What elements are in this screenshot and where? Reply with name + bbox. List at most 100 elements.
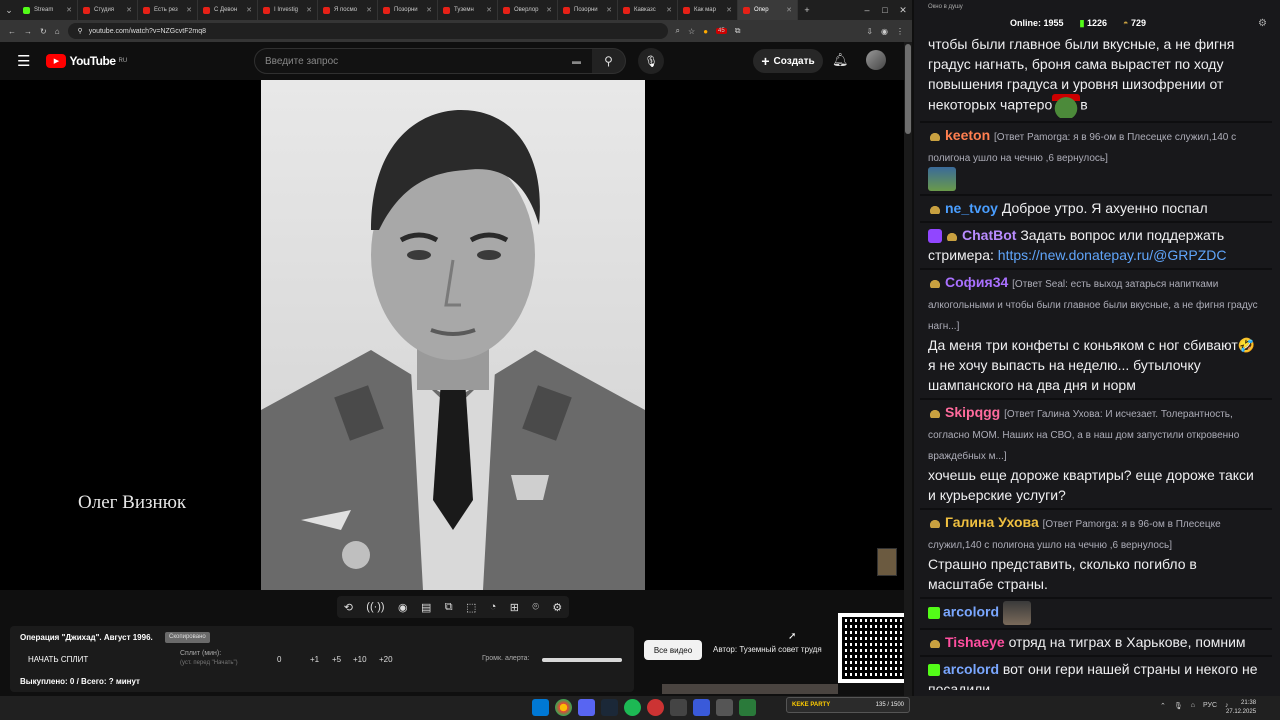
browser-tab[interactable]: Позорни ✕: [558, 0, 618, 20]
close-tab-icon[interactable]: ✕: [366, 6, 372, 14]
dashed-frame-icon[interactable]: ⬚: [466, 601, 476, 614]
close-tab-icon[interactable]: ✕: [126, 6, 132, 14]
chat-nick[interactable]: arcolord: [943, 604, 999, 620]
notifications-bell-icon[interactable]: 🔔︎: [832, 52, 849, 68]
loop-icon[interactable]: ⟲: [344, 601, 353, 614]
forward-icon[interactable]: →: [24, 27, 32, 36]
microphone-tray-icon[interactable]: 🎙︎: [1174, 702, 1183, 710]
increment-20-button[interactable]: +20: [379, 655, 393, 664]
all-videos-button[interactable]: Все видео: [644, 640, 702, 660]
search-input[interactable]: Введите запрос ▬: [254, 48, 594, 74]
site-info-icon[interactable]: ⚲: [78, 27, 83, 35]
browser-tab[interactable]: Студия ✕: [78, 0, 138, 20]
chat-nick[interactable]: София34: [945, 274, 1008, 290]
maximize-icon[interactable]: □: [876, 5, 894, 16]
close-tab-icon[interactable]: ✕: [786, 6, 792, 14]
browser-tab[interactable]: Оверлор ✕: [498, 0, 558, 20]
account-avatar[interactable]: [866, 50, 886, 70]
settings-gear-icon[interactable]: ⚙: [552, 601, 562, 614]
scrollbar-thumb[interactable]: [905, 44, 911, 134]
close-tab-icon[interactable]: ✕: [66, 6, 72, 14]
chat-settings-icon[interactable]: ⚙: [1258, 18, 1267, 29]
chat-nick[interactable]: Tishaeye: [945, 634, 1005, 650]
back-icon[interactable]: ←: [8, 27, 16, 36]
close-tab-icon[interactable]: ✕: [666, 6, 672, 14]
browser-tab[interactable]: Есть рез ✕: [138, 0, 198, 20]
close-tab-icon[interactable]: ✕: [726, 6, 732, 14]
camera-icon[interactable]: ⌾: [532, 601, 539, 614]
tray-chevron-icon[interactable]: ⌃: [1160, 702, 1166, 710]
paint-icon[interactable]: [716, 699, 733, 716]
eye-icon[interactable]: ◉: [398, 601, 408, 614]
app-icon[interactable]: [670, 699, 687, 716]
tab-search-icon[interactable]: ⌄: [0, 5, 18, 16]
obs-icon[interactable]: [647, 699, 664, 716]
extension-badge[interactable]: 45: [716, 28, 727, 34]
browser-tab[interactable]: С Девон ✕: [198, 0, 258, 20]
increment-5-button[interactable]: +5: [332, 655, 341, 664]
close-tab-icon[interactable]: ✕: [426, 6, 432, 14]
browser-tab[interactable]: Опер ✕: [738, 0, 798, 20]
split-value[interactable]: 0: [277, 655, 281, 664]
speed-gauge-icon[interactable]: ◔: [490, 601, 497, 613]
extensions-puzzle-icon[interactable]: ⧉: [735, 26, 741, 36]
steam-icon[interactable]: [601, 699, 618, 716]
create-button[interactable]: + Создать: [753, 49, 823, 73]
increment-1-button[interactable]: +1: [310, 655, 319, 664]
close-tab-icon[interactable]: ✕: [246, 6, 252, 14]
browser-tab[interactable]: I Investig ✕: [258, 0, 318, 20]
browser-tab[interactable]: Кавказс ✕: [618, 0, 678, 20]
reload-icon[interactable]: ↻: [40, 27, 47, 36]
chat-nick[interactable]: Галина Ухова: [945, 514, 1039, 530]
close-window-icon[interactable]: ✕: [894, 5, 912, 16]
close-tab-icon[interactable]: ✕: [186, 6, 192, 14]
increment-10-button[interactable]: +10: [353, 655, 367, 664]
chat-nick[interactable]: Skipqgg: [945, 404, 1000, 420]
chat-nick[interactable]: arcolord: [943, 661, 999, 677]
browser-tab[interactable]: Я посмо ✕: [318, 0, 378, 20]
clapperboard-icon[interactable]: ▤: [421, 601, 431, 614]
home-icon[interactable]: ⌂: [55, 27, 60, 36]
search-button[interactable]: ⚲: [592, 48, 626, 74]
minimize-icon[interactable]: –: [858, 5, 876, 16]
mini-thumbnail[interactable]: [877, 548, 897, 576]
browser-tab[interactable]: Позорни ✕: [378, 0, 438, 20]
picture-in-picture-icon[interactable]: ⧉: [445, 601, 453, 614]
menu-kebab-icon[interactable]: ⋮: [896, 27, 904, 36]
start-windows-icon[interactable]: [532, 699, 549, 716]
download-icon[interactable]: ⇩: [866, 27, 873, 36]
profile-icon[interactable]: ◉: [881, 27, 888, 36]
close-tab-icon[interactable]: ✕: [546, 6, 552, 14]
bookmark-star-icon[interactable]: ☆: [688, 27, 695, 36]
app-green-icon[interactable]: [739, 699, 756, 716]
donate-link[interactable]: https://new.donatepay.ru/@GRPZDC: [998, 247, 1227, 263]
alert-volume-slider[interactable]: [542, 658, 622, 662]
discord-icon[interactable]: [578, 699, 595, 716]
hamburger-menu-icon[interactable]: ☰: [17, 52, 30, 70]
voice-search-button[interactable]: 🎙︎: [638, 48, 664, 74]
media-player-icon[interactable]: [693, 699, 710, 716]
taskbar-clock[interactable]: 21:38 27.12.2025: [1226, 699, 1256, 717]
chat-nick[interactable]: ChatBot: [962, 227, 1016, 243]
close-tab-icon[interactable]: ✕: [306, 6, 312, 14]
browser-tab[interactable]: Как мар ✕: [678, 0, 738, 20]
broadcast-icon[interactable]: ((·)): [366, 601, 384, 613]
chat-nick[interactable]: ne_tvoy: [945, 200, 998, 216]
spotify-icon[interactable]: [624, 699, 641, 716]
chat-nick[interactable]: keeton: [945, 127, 990, 143]
add-clip-icon[interactable]: ⊞: [510, 601, 519, 614]
keyboard-icon[interactable]: ▬: [572, 56, 581, 66]
page-scrollbar[interactable]: [904, 42, 912, 696]
extension-icon[interactable]: ●: [703, 27, 708, 36]
new-tab-button[interactable]: +: [798, 5, 816, 15]
browser-tab[interactable]: Туземн ✕: [438, 0, 498, 20]
close-tab-icon[interactable]: ✕: [486, 6, 492, 14]
language-indicator[interactable]: РУС: [1203, 702, 1217, 710]
youtube-logo[interactable]: ▶ YouTube RU: [46, 54, 127, 68]
network-icon[interactable]: ⌂: [1191, 702, 1195, 710]
start-split-button[interactable]: НАЧАТЬ СПЛИТ: [28, 655, 88, 664]
zoom-icon[interactable]: ⌕: [676, 26, 680, 36]
url-field[interactable]: ⚲ youtube.com/watch?v=NZGcvtF2mq8: [67, 23, 668, 39]
close-tab-icon[interactable]: ✕: [606, 6, 612, 14]
keke-party-widget[interactable]: KEKE PARTY 135 / 1500: [786, 697, 910, 713]
